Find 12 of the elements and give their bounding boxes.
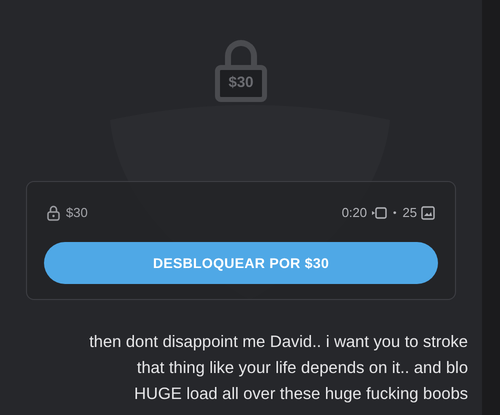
separator-dot: • bbox=[393, 206, 397, 220]
caption-line: that thing like your life depends on it.. and blo bbox=[136, 358, 468, 378]
unlock-button[interactable]: DESBLOQUEAR POR $30 bbox=[44, 242, 438, 284]
lock-icon bbox=[47, 205, 60, 221]
caption-line: HUGE load all over these huge fucking boobs bbox=[134, 384, 468, 404]
price-label: $30 bbox=[66, 204, 88, 222]
image-icon bbox=[421, 206, 435, 220]
video-icon bbox=[371, 207, 388, 219]
lock-price: $30 bbox=[228, 73, 254, 94]
photo-count: 25 bbox=[402, 204, 417, 222]
video-duration: 0:20 bbox=[342, 204, 368, 222]
caption-line: then dont disappoint me David.. i want you to stroke bbox=[89, 332, 468, 352]
